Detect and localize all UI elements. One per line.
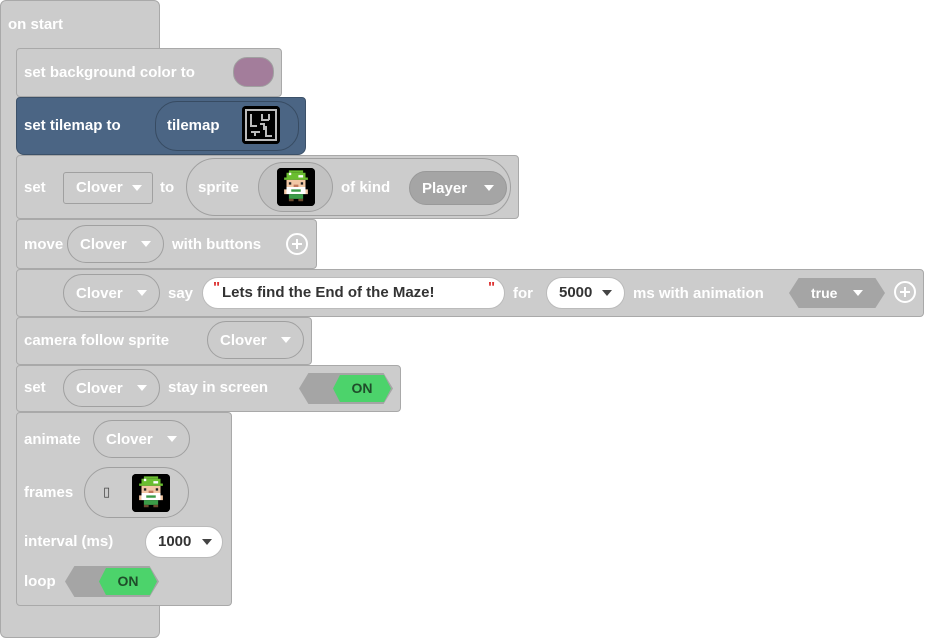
close-quote-glyph: "	[488, 279, 496, 296]
sprite-kind-dropdown[interactable]: Player	[409, 171, 507, 205]
camera-variable-value: Clover	[220, 332, 267, 349]
interval-dropdown[interactable]: 1000	[145, 526, 223, 558]
sprite-kind-value: Player	[422, 180, 468, 197]
say-variable-value: Clover	[76, 285, 123, 302]
chevron-down-icon	[281, 337, 291, 343]
stay-set-label: set	[24, 379, 46, 396]
expand-plus-icon[interactable]	[286, 233, 308, 255]
chevron-down-icon	[602, 290, 612, 296]
background-color-swatch[interactable]	[233, 57, 274, 87]
chevron-down-icon	[132, 185, 142, 191]
sprite-create-label: sprite	[198, 179, 239, 196]
say-text-value: Lets find the End of the Maze!	[222, 284, 435, 301]
say-duration-value: 5000	[559, 284, 593, 301]
frames-label: frames	[24, 484, 74, 501]
set-background-color-label: set background color to	[24, 64, 195, 81]
set-sprite-label: set	[24, 179, 46, 196]
of-kind-label: of kind	[341, 179, 391, 196]
chevron-down-icon	[167, 436, 177, 442]
stay-in-screen-label: stay in screen	[168, 379, 269, 396]
expand-plus-icon[interactable]	[894, 281, 916, 303]
loop-toggle[interactable]: ON	[65, 566, 159, 597]
on-start-label: on start	[8, 16, 64, 33]
ms-with-animation-label: ms with animation	[633, 285, 764, 302]
chevron-down-icon	[484, 185, 494, 191]
say-variable-dropdown[interactable]: Clover	[63, 274, 160, 312]
stay-toggle-value: ON	[351, 380, 373, 396]
move-variable-value: Clover	[80, 236, 127, 253]
chevron-down-icon	[141, 241, 151, 247]
chevron-down-icon	[137, 290, 147, 296]
frames-sprite-icon[interactable]	[132, 474, 170, 512]
animation-boolean-dropdown[interactable]: true	[789, 278, 885, 308]
say-text-input[interactable]: Lets find the End of the Maze!	[202, 277, 505, 309]
animate-label: animate	[24, 431, 81, 448]
animate-variable-value: Clover	[106, 431, 153, 448]
blocks-workspace: on start set background color to set til…	[0, 0, 925, 638]
for-label: for	[513, 285, 533, 302]
say-duration-dropdown[interactable]: 5000	[546, 277, 625, 309]
chevron-down-icon	[202, 539, 212, 545]
set-sprite-to-label: to	[160, 179, 175, 196]
set-sprite-variable-value: Clover	[76, 179, 123, 196]
animate-variable-dropdown[interactable]: Clover	[93, 420, 190, 458]
tilemap-maze-icon[interactable]	[242, 106, 280, 144]
frames-edit-icon[interactable]: ▯	[103, 484, 110, 500]
camera-variable-dropdown[interactable]: Clover	[207, 321, 304, 359]
say-label: say	[168, 285, 194, 302]
interval-label: interval (ms)	[24, 533, 114, 550]
with-buttons-label: with buttons	[172, 236, 262, 253]
stay-variable-dropdown[interactable]: Clover	[63, 369, 160, 407]
loop-toggle-value: ON	[117, 573, 139, 589]
move-label: move	[24, 236, 64, 253]
chevron-down-icon	[137, 385, 147, 391]
loop-label: loop	[24, 573, 56, 590]
set-sprite-variable-dropdown[interactable]: Clover	[63, 172, 153, 204]
chevron-down-icon	[853, 290, 863, 296]
tilemap-value-label: tilemap	[167, 117, 220, 134]
open-quote-glyph: "	[213, 279, 221, 296]
move-variable-dropdown[interactable]: Clover	[67, 225, 164, 263]
interval-value: 1000	[158, 533, 192, 550]
stay-variable-value: Clover	[76, 380, 123, 397]
animation-boolean-value: true	[811, 285, 838, 301]
camera-follow-label: camera follow sprite	[24, 332, 170, 349]
set-tilemap-label: set tilemap to	[24, 117, 121, 134]
sprite-image-icon[interactable]	[277, 168, 315, 206]
stay-toggle[interactable]: ON	[299, 373, 393, 404]
